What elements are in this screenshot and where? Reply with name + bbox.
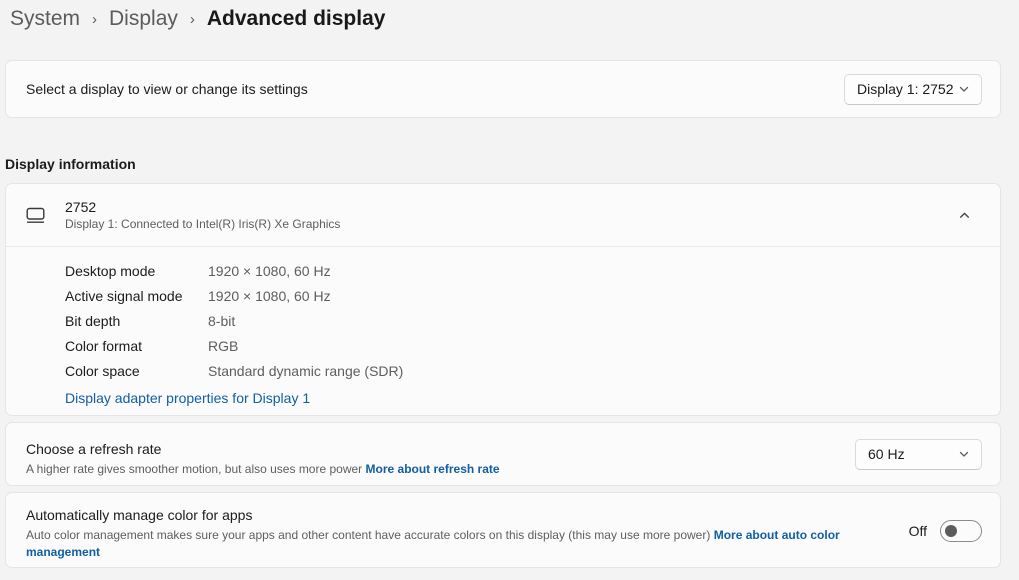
breadcrumb: System › Display › Advanced display: [10, 2, 385, 36]
chevron-down-icon: [958, 448, 970, 460]
refresh-rate-title: Choose a refresh rate: [26, 440, 500, 459]
detail-row-desktop-mode: Desktop mode 1920 × 1080, 60 Hz: [65, 258, 980, 283]
refresh-rate-description: A higher rate gives smoother motion, but…: [26, 461, 500, 478]
auto-color-toggle[interactable]: [940, 520, 982, 542]
detail-label: Active signal mode: [65, 288, 208, 304]
detail-row-active-signal-mode: Active signal mode 1920 × 1080, 60 Hz: [65, 283, 980, 308]
breadcrumb-separator-icon: ›: [90, 11, 99, 28]
detail-value: 1920 × 1080, 60 Hz: [208, 288, 331, 304]
refresh-rate-value: 60 Hz: [868, 446, 905, 462]
page-title: Advanced display: [207, 7, 386, 31]
detail-row-color-space: Color space Standard dynamic range (SDR): [65, 358, 980, 383]
chevron-down-icon: [958, 83, 970, 95]
detail-value: Standard dynamic range (SDR): [208, 363, 403, 379]
auto-color-card: Automatically manage color for apps Auto…: [5, 492, 1001, 568]
display-information-heading: Display information: [5, 156, 136, 172]
display-adapter-properties-link[interactable]: Display adapter properties for Display 1: [65, 390, 310, 406]
display-selector-dropdown[interactable]: Display 1: 2752: [844, 74, 982, 105]
display-information-expander-header[interactable]: 2752 Display 1: Connected to Intel(R) Ir…: [6, 184, 1000, 247]
display-connection-subtitle: Display 1: Connected to Intel(R) Iris(R)…: [65, 217, 948, 232]
chevron-up-icon[interactable]: [948, 199, 980, 231]
toggle-state-label: Off: [909, 523, 927, 539]
advanced-display-page: System › Display › Advanced display Sele…: [0, 0, 1019, 580]
display-selector-value: Display 1: 2752: [857, 81, 954, 97]
breadcrumb-display[interactable]: Display: [109, 7, 178, 31]
detail-label: Desktop mode: [65, 263, 208, 279]
refresh-rate-dropdown[interactable]: 60 Hz: [855, 439, 982, 470]
detail-label: Color format: [65, 338, 208, 354]
auto-color-description: Auto color management makes sure your ap…: [26, 527, 864, 561]
select-display-card: Select a display to view or change its s…: [5, 60, 1001, 118]
auto-color-title: Automatically manage color for apps: [26, 506, 864, 525]
refresh-rate-card: Choose a refresh rate A higher rate give…: [5, 422, 1001, 486]
detail-label: Color space: [65, 363, 208, 379]
detail-label: Bit depth: [65, 313, 208, 329]
monitor-icon: [26, 207, 65, 224]
breadcrumb-system[interactable]: System: [10, 7, 80, 31]
detail-row-color-format: Color format RGB: [65, 333, 980, 358]
detail-value: RGB: [208, 338, 238, 354]
display-name: 2752: [65, 198, 948, 216]
detail-row-bit-depth: Bit depth 8-bit: [65, 308, 980, 333]
display-information-card: 2752 Display 1: Connected to Intel(R) Ir…: [5, 183, 1001, 416]
toggle-knob: [945, 525, 957, 537]
detail-value: 1920 × 1080, 60 Hz: [208, 263, 331, 279]
display-details: Desktop mode 1920 × 1080, 60 Hz Active s…: [6, 247, 1000, 409]
breadcrumb-separator-icon: ›: [188, 11, 197, 28]
detail-value: 8-bit: [208, 313, 235, 329]
more-about-refresh-rate-link[interactable]: More about refresh rate: [366, 462, 500, 476]
select-display-label: Select a display to view or change its s…: [26, 80, 308, 99]
